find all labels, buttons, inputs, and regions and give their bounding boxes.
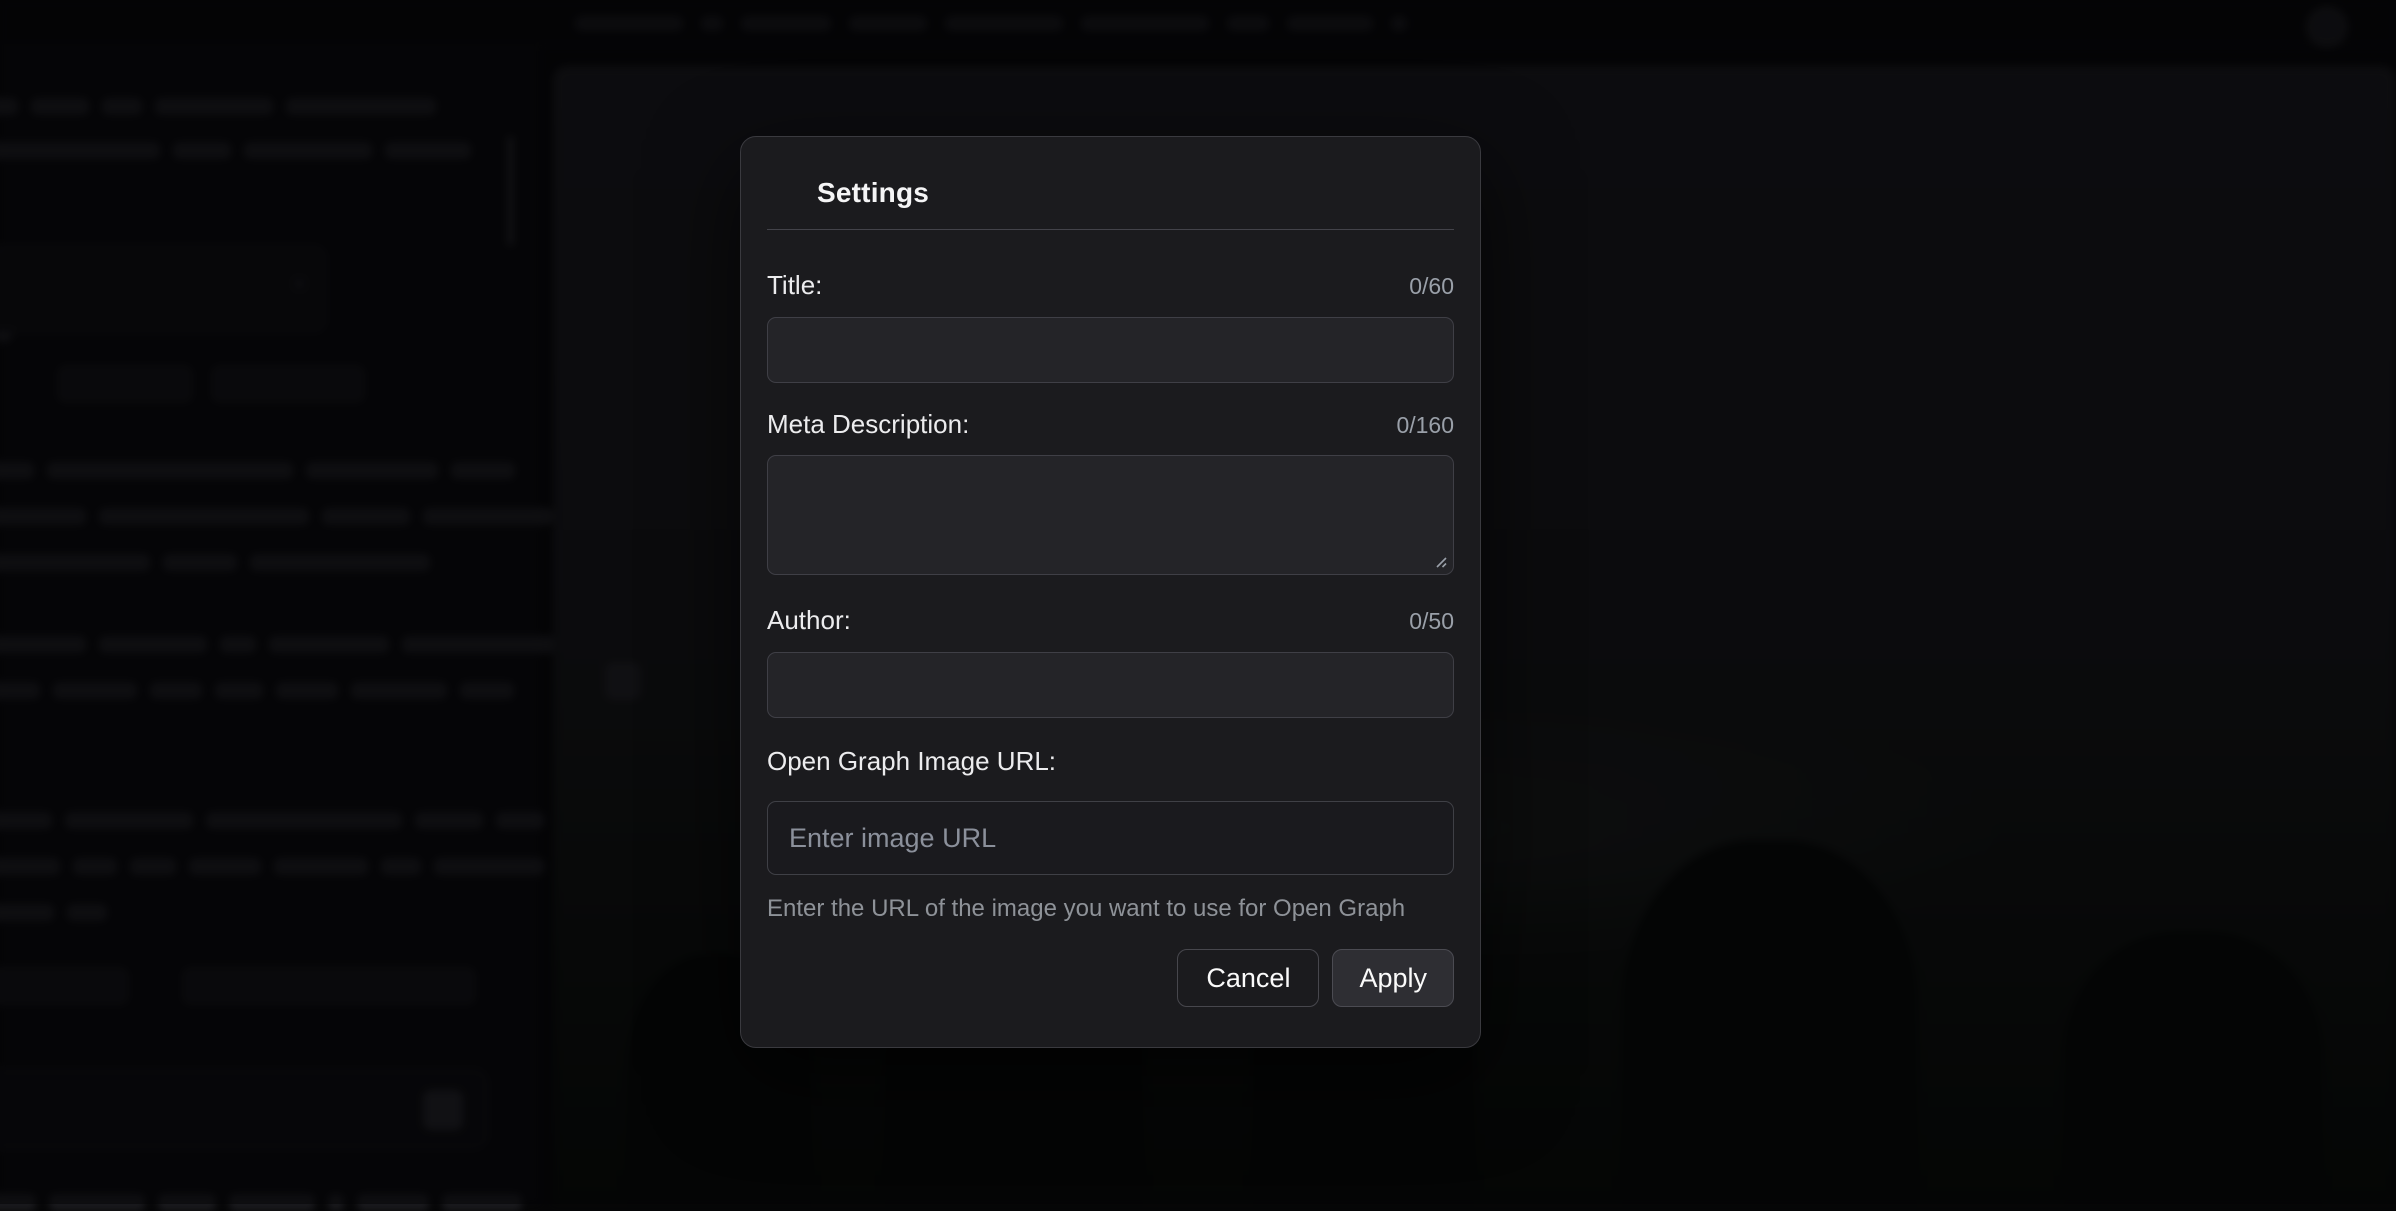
dialog-actions: Cancel Apply <box>767 949 1454 1007</box>
settings-dialog: Settings Title: 0/60 Meta Description: 0… <box>740 136 1481 1048</box>
resize-handle-icon[interactable] <box>1432 553 1447 568</box>
title-char-counter: 0/60 <box>1409 273 1454 300</box>
meta-description-label: Meta Description: <box>767 409 969 440</box>
og-image-url-input[interactable] <box>767 801 1454 875</box>
header-divider <box>767 229 1454 230</box>
author-label: Author: <box>767 605 851 636</box>
title-label: Title: <box>767 270 822 301</box>
title-label-row: Title: 0/60 <box>767 270 1454 301</box>
title-input[interactable] <box>767 317 1454 383</box>
og-image-helper-text: Enter the URL of the image you want to u… <box>767 895 1454 923</box>
cancel-button[interactable]: Cancel <box>1177 949 1319 1007</box>
og-image-label-row: Open Graph Image URL: <box>767 746 1454 777</box>
apply-button[interactable]: Apply <box>1332 949 1454 1007</box>
meta-description-char-counter: 0/160 <box>1396 412 1454 439</box>
author-input[interactable] <box>767 652 1454 718</box>
author-char-counter: 0/50 <box>1409 608 1454 635</box>
meta-description-textarea[interactable] <box>767 455 1454 575</box>
meta-description-label-row: Meta Description: 0/160 <box>767 409 1454 440</box>
og-image-url-label: Open Graph Image URL: <box>767 746 1056 777</box>
author-label-row: Author: 0/50 <box>767 605 1454 636</box>
dialog-title: Settings <box>817 177 1454 209</box>
meta-description-wrap <box>767 455 1454 575</box>
